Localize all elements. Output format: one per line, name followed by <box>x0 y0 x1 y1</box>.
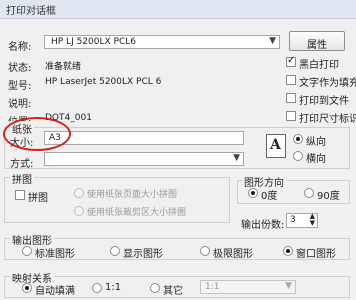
properties-button[interactable]: 属性 <box>289 31 345 51</box>
copies-label: 输出份数: <box>241 220 285 231</box>
orientation-letter: A <box>270 137 281 153</box>
printer-select[interactable]: HP LJ 5200LX PCL6 ▼ <box>44 35 280 49</box>
mapping-ratio-select[interactable]: 1:1 ▼ <box>200 280 296 294</box>
radio-portrait[interactable] <box>293 134 303 144</box>
radio-mapping-one-to-one[interactable] <box>92 283 102 293</box>
paper-size-select[interactable]: A3 <box>44 131 244 145</box>
window-title: 打印对话框 <box>6 6 56 17</box>
checkbox-size-mark[interactable] <box>286 111 296 121</box>
checkbox-text-fill[interactable] <box>286 75 296 85</box>
radio-direction-90[interactable] <box>304 188 314 198</box>
radio-mapping-auto-fill[interactable] <box>22 283 32 293</box>
copies-value: 3 <box>290 215 296 225</box>
model-value: HP LaserJet 5200LX PCL 6 <box>45 77 162 87</box>
mapping-option-one-to-one-label: 1:1 <box>105 282 122 293</box>
checkbox-print-to-file[interactable] <box>286 93 296 103</box>
checkbox-tile[interactable] <box>15 190 25 200</box>
highlight-annotation <box>3 117 71 151</box>
option-print-to-file-label: 打印到文件 <box>299 96 349 107</box>
paper-source-select[interactable]: ▼ <box>44 152 244 166</box>
mapping-option-other-label: 其它 <box>163 286 183 297</box>
checkbox-bw-print[interactable] <box>286 55 296 67</box>
output-option-standard-label: 标准图形 <box>35 249 75 260</box>
properties-button-label: 属性 <box>307 40 327 51</box>
status-label: 状态: <box>8 63 32 74</box>
option-size-mark-label: 打印尺寸标识 <box>299 114 356 125</box>
tile-checkbox-label: 拼图 <box>28 193 48 204</box>
chevron-down-icon: ▼ <box>269 36 276 46</box>
output-option-display-label: 显示图形 <box>123 249 163 260</box>
printer-select-value: HP LJ 5200LX PCL6 <box>51 37 136 47</box>
option-text-fill-label: 文字作为填充 <box>299 78 356 89</box>
option-bw-print-label: 黑白打印 <box>299 60 339 71</box>
mapping-option-auto-fill-label: 自动填满 <box>35 286 75 297</box>
model-label: 型号: <box>8 81 32 92</box>
mapping-ratio-value: 1:1 <box>205 282 220 292</box>
page-orientation-icon: A <box>266 134 286 158</box>
radio-tile-page-size[interactable] <box>74 188 84 198</box>
printer-name-label: 名称: <box>8 42 32 53</box>
description-label: 说明: <box>8 99 32 110</box>
tile-option-crop-size-label: 使用纸张裁剪区大小拼图 <box>87 208 187 218</box>
radio-direction-0[interactable] <box>248 188 258 198</box>
figure-direction-90-label: 90度 <box>317 191 340 202</box>
chevron-down-icon: ▼ <box>233 153 240 163</box>
radio-mapping-other[interactable] <box>150 283 160 293</box>
radio-output-extent[interactable] <box>200 246 210 256</box>
title-bar: 打印对话框 <box>0 0 356 19</box>
copies-stepper[interactable]: 3 ▲ ▼ <box>286 213 318 228</box>
stepper-arrows-icon[interactable]: ▲ ▼ <box>310 213 315 227</box>
tile-option-page-size-label: 使用纸张页面大小拼图 <box>87 190 178 200</box>
orientation-landscape-label: 横向 <box>306 154 326 165</box>
tile-group-title: 拼图 <box>10 171 34 186</box>
radio-output-window[interactable] <box>283 246 293 256</box>
radio-landscape[interactable] <box>293 151 303 161</box>
paper-source-label: 方式: <box>10 159 34 170</box>
output-option-window-label: 窗口图形 <box>296 249 336 260</box>
orientation-portrait-label: 纵向 <box>306 137 326 148</box>
figure-direction-0-label: 0度 <box>261 191 278 202</box>
radio-output-standard[interactable] <box>22 246 32 256</box>
radio-tile-crop-size[interactable] <box>74 206 84 216</box>
radio-output-display[interactable] <box>110 246 120 256</box>
chevron-down-icon: ▼ <box>285 281 292 291</box>
status-value: 准备就绪 <box>45 62 82 72</box>
output-option-extent-label: 极限图形 <box>213 249 253 260</box>
